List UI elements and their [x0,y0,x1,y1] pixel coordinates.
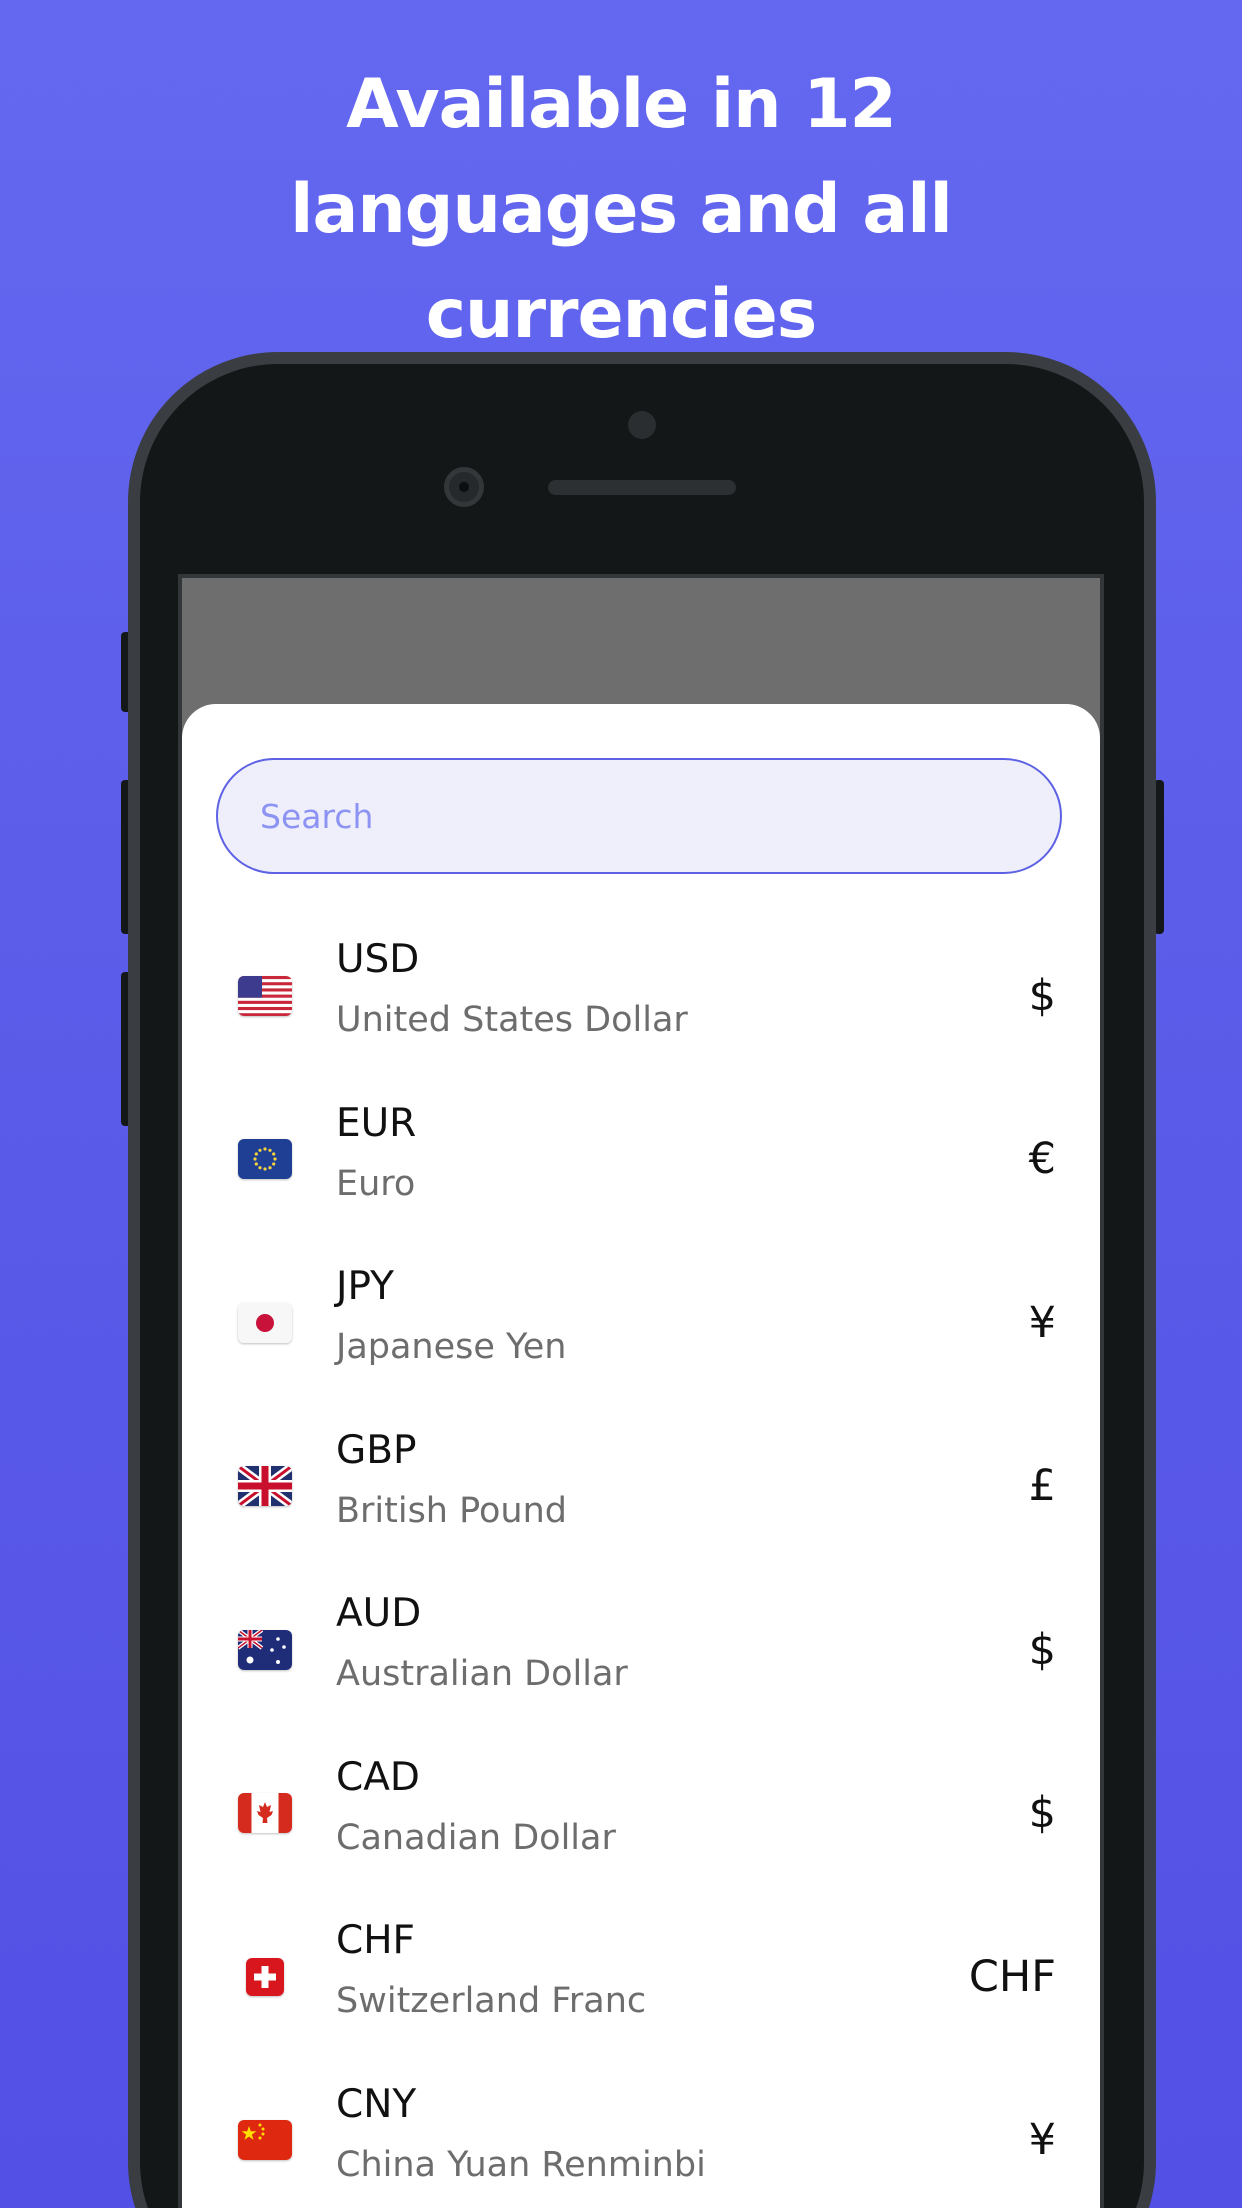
currency-row-usd[interactable]: USD United States Dollar $ [182,914,1100,1078]
currency-picker-sheet: Search USD United States Dollar $ EUR Eu… [182,704,1100,2208]
currency-code: CAD [336,1754,420,1800]
eu-flag-icon [238,1139,292,1180]
currency-symbol: CHF [968,1951,1056,2002]
currency-name: Euro [336,1163,416,1204]
currency-name: Canadian Dollar [336,1817,616,1858]
currency-symbol: $ [1028,970,1056,1021]
gb-flag-icon [238,1466,292,1507]
currency-name: Japanese Yen [336,1327,567,1367]
cn-flag-icon [238,2120,292,2161]
currency-symbol: $ [1028,1788,1056,1839]
currency-symbol: ¥ [1028,1297,1056,1348]
currency-code: GBP [336,1427,417,1473]
currency-name: British Pound [336,1490,567,1531]
search-input[interactable]: Search [216,758,1062,874]
headline-line-2: languages and all [290,170,953,249]
currency-name: Switzerland Franc [336,1981,647,2021]
phone-screen: Search USD United States Dollar $ EUR Eu… [178,574,1104,2208]
currency-code: CNY [336,2081,417,2127]
currency-symbol: £ [1028,1461,1056,1512]
currency-list: USD United States Dollar $ EUR Euro € JP… [182,914,1100,2208]
currency-row-eur[interactable]: EUR Euro € [182,1078,1100,1242]
proximity-sensor [628,411,656,439]
currency-name: China Yuan Renminbi [336,2144,706,2185]
currency-name: Australian Dollar [336,1654,628,1694]
currency-row-chf[interactable]: CHF Switzerland Franc CHF [182,1895,1100,2059]
au-flag-icon [238,1629,292,1670]
currency-code: JPY [336,1264,394,1309]
us-flag-icon [238,975,292,1016]
currency-row-gbp[interactable]: GBP British Pound £ [182,1405,1100,1569]
headline-line-1: Available in 12 [346,65,897,144]
currency-row-cad[interactable]: CAD Canadian Dollar $ [182,1732,1100,1896]
currency-row-jpy[interactable]: JPY Japanese Yen ¥ [182,1241,1100,1405]
currency-code: EUR [336,1100,417,1146]
currency-code: AUD [336,1591,422,1636]
ch-flag-icon [246,1957,284,1996]
currency-code: USD [336,937,420,982]
currency-row-cny[interactable]: CNY China Yuan Renminbi ¥ [182,2059,1100,2208]
currency-symbol: $ [1028,1624,1056,1675]
currency-row-aud[interactable]: AUD Australian Dollar $ [182,1568,1100,1732]
search-placeholder: Search [260,796,374,836]
front-camera-icon [444,467,484,507]
headline: Available in 12 languages and all curren… [0,52,1242,367]
currency-name: United States Dollar [336,1000,688,1040]
ca-flag-icon [238,1793,292,1834]
currency-symbol: ¥ [1028,2115,1056,2166]
earpiece-speaker [548,480,736,495]
currency-symbol: € [1028,1134,1056,1185]
currency-code: CHF [336,1918,415,1963]
jp-flag-icon [238,1302,292,1343]
